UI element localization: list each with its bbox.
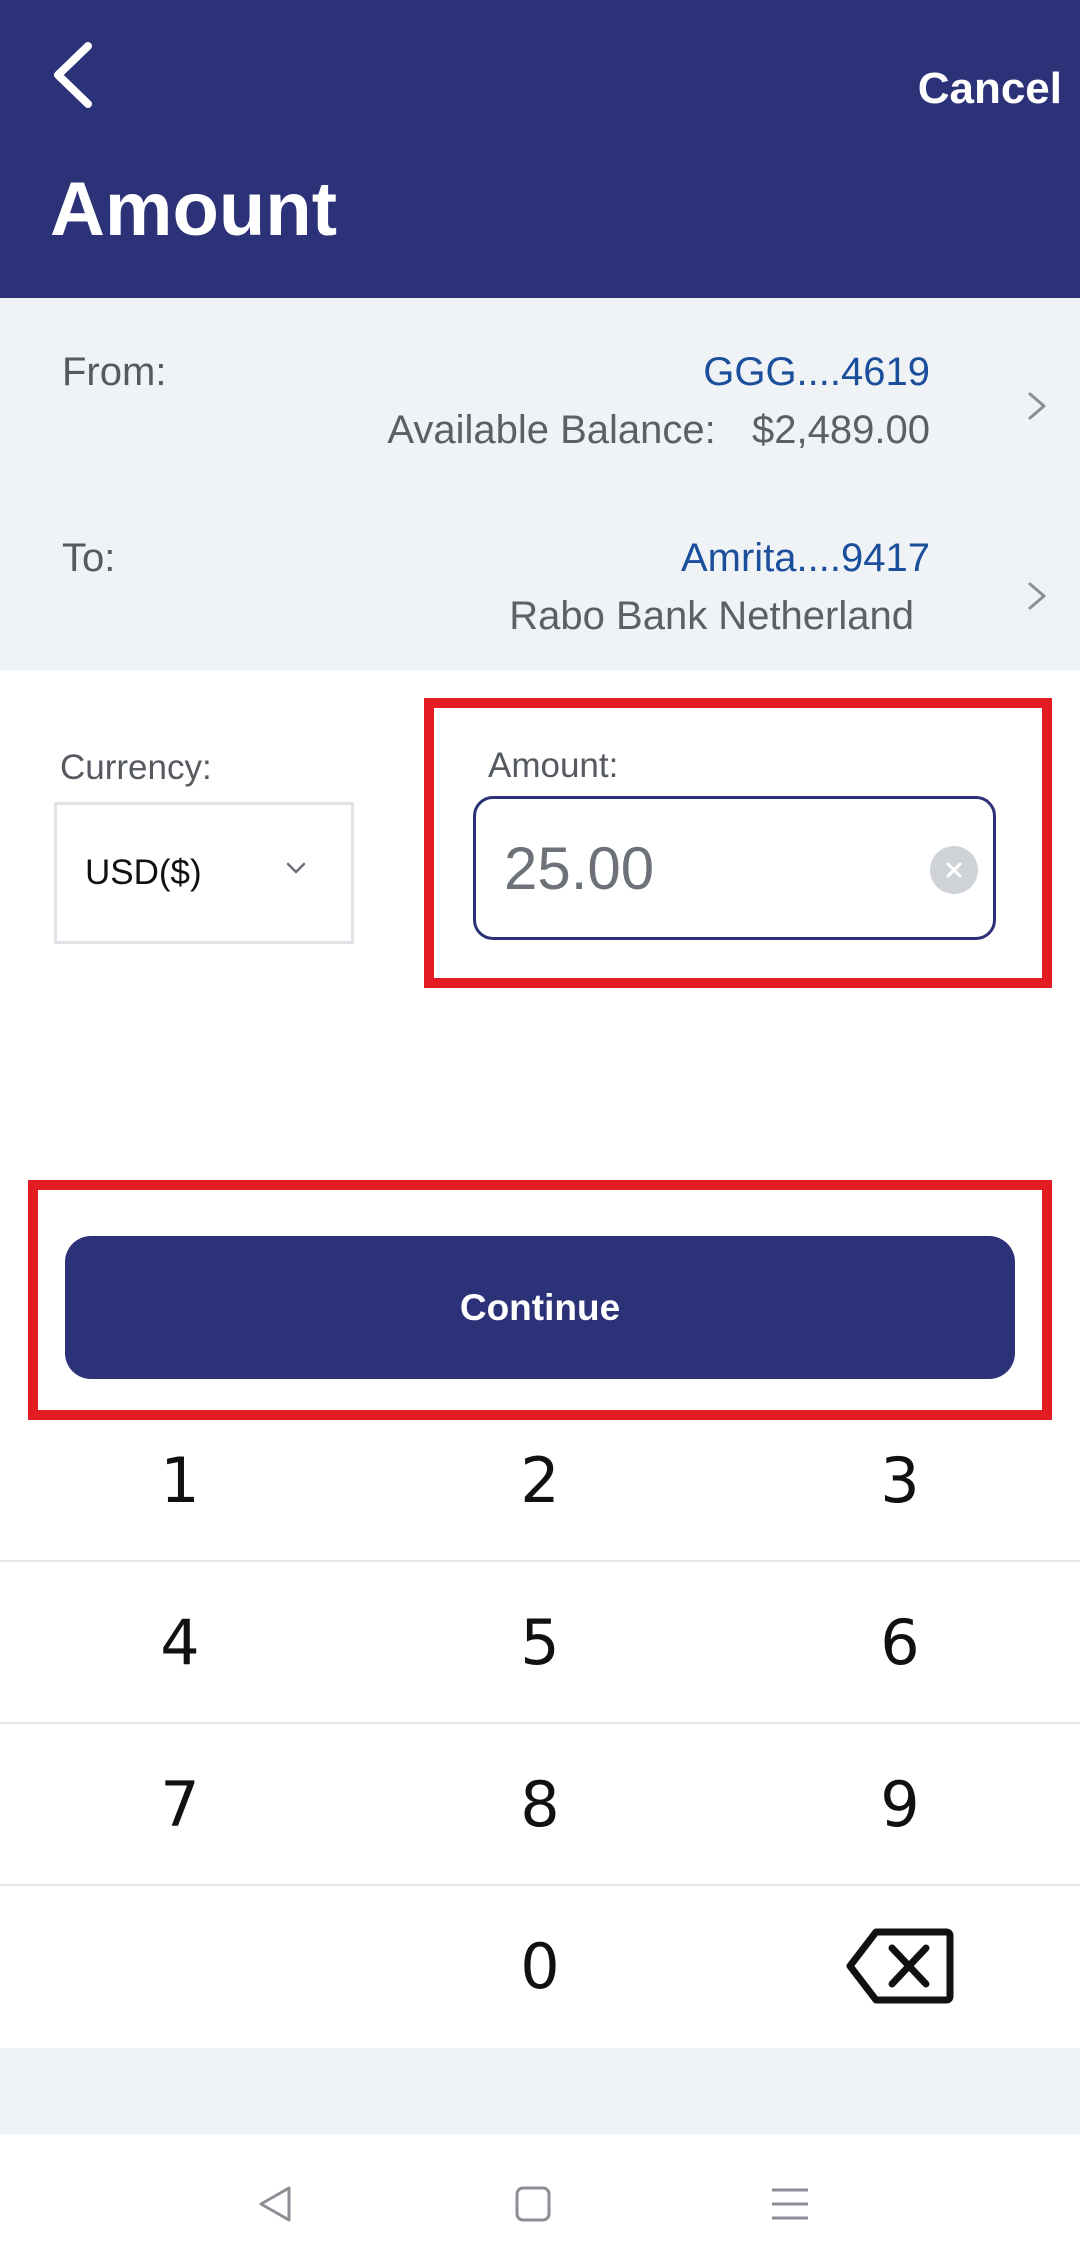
chevron-left-icon [54, 42, 92, 108]
clear-amount-button[interactable] [930, 846, 978, 894]
balance-value: $2,489.00 [752, 408, 930, 452]
system-home-button[interactable] [503, 2174, 563, 2234]
from-account-row[interactable]: From: GGG....4619 Available Balance: $2,… [0, 298, 1080, 484]
nav-menu-lines-icon [772, 2188, 808, 2220]
keypad-row: 4 5 6 [0, 1562, 1080, 1724]
system-back-button[interactable] [245, 2174, 305, 2234]
keypad-row: 7 8 9 [0, 1724, 1080, 1886]
to-account-row[interactable]: To: Amrita....9417 Rabo Bank Netherland [0, 484, 1080, 670]
backspace-key[interactable] [720, 1886, 1080, 2046]
key-6[interactable]: 6 [720, 1562, 1080, 1722]
chevron-right-icon [1028, 392, 1046, 420]
continue-button[interactable]: Continue [65, 1236, 1015, 1379]
from-label: From: [62, 350, 167, 394]
from-account-number: GGG....4619 [703, 350, 930, 394]
accounts-panel: From: GGG....4619 Available Balance: $2,… [0, 298, 1080, 670]
back-button[interactable] [28, 30, 118, 120]
currency-value: USD($) [85, 853, 202, 892]
to-bank-name: Rabo Bank Netherland [509, 594, 914, 638]
backspace-icon [846, 1928, 954, 2004]
keypad-row: 0 [0, 1886, 1080, 2048]
amount-label: Amount: [488, 746, 619, 785]
chevron-down-icon [286, 862, 306, 874]
key-9[interactable]: 9 [720, 1724, 1080, 1884]
nav-home-square-icon [515, 2186, 551, 2222]
key-7[interactable]: 7 [0, 1724, 360, 1884]
system-menu-button[interactable] [760, 2174, 820, 2234]
available-balance: Available Balance: $2,489.00 [387, 408, 930, 453]
to-label: To: [62, 536, 116, 580]
key-8[interactable]: 8 [360, 1724, 720, 1884]
key-0[interactable]: 0 [360, 1886, 720, 2046]
balance-label: Available Balance: [387, 408, 716, 452]
keypad-row: 1 2 3 [0, 1400, 1080, 1562]
key-2[interactable]: 2 [360, 1400, 720, 1560]
to-account-number: Amrita....9417 [680, 536, 930, 580]
key-3[interactable]: 3 [720, 1400, 1080, 1560]
page-title: Amount [50, 167, 338, 252]
key-blank [0, 1886, 360, 2046]
numeric-keypad: 1 2 3 4 5 6 7 8 9 0 [0, 1400, 1080, 2048]
system-navigation-bar [0, 2134, 1080, 2266]
key-1[interactable]: 1 [0, 1400, 360, 1560]
amount-value: 25.00 [504, 834, 655, 902]
key-4[interactable]: 4 [0, 1562, 360, 1722]
key-5[interactable]: 5 [360, 1562, 720, 1722]
chevron-right-icon [1028, 582, 1046, 610]
clear-icon [946, 862, 962, 878]
amount-input[interactable]: 25.00 [473, 796, 996, 940]
currency-select[interactable]: USD($) [54, 802, 354, 944]
nav-back-triangle-icon [259, 2186, 291, 2222]
app-header: Cancel Amount [0, 0, 1080, 298]
cancel-button[interactable]: Cancel [918, 64, 1062, 114]
currency-label: Currency: [60, 748, 212, 787]
keyboard-bottom-padding [0, 2048, 1080, 2134]
